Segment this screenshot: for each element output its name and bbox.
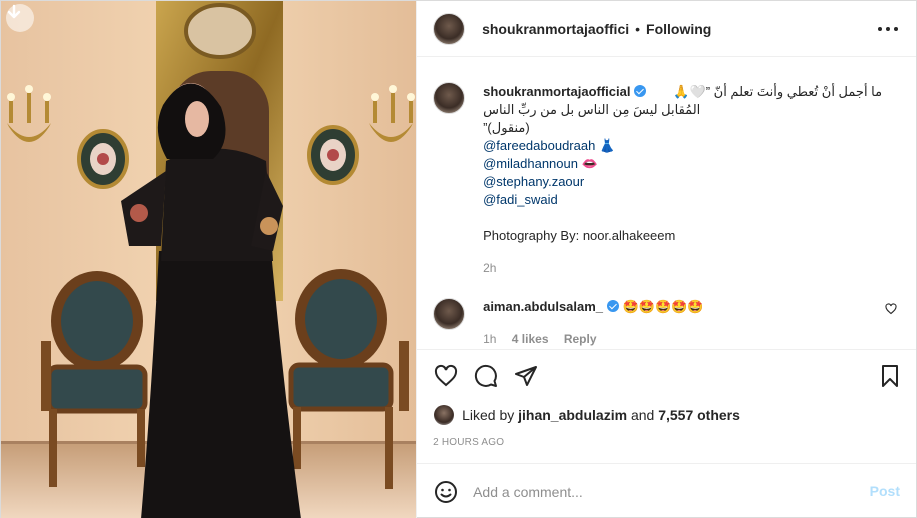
lips-emoji: 👄 bbox=[581, 156, 598, 171]
comment-input[interactable] bbox=[473, 481, 854, 503]
more-dot bbox=[886, 27, 890, 31]
post-comment-button[interactable]: Post bbox=[870, 483, 900, 499]
mention-1[interactable]: @fareedaboudraah 👗 bbox=[483, 137, 615, 155]
mention-2[interactable]: @miladhannoun 👄 bbox=[483, 155, 598, 173]
more-options-icon bbox=[878, 27, 882, 31]
comment-likes[interactable]: 4 likes bbox=[512, 332, 549, 346]
share-button[interactable] bbox=[513, 363, 539, 389]
mention-3[interactable]: @stephany.zaour bbox=[483, 173, 584, 191]
caption-line-3: (منقول)” bbox=[483, 120, 530, 135]
commenter-verified-icon bbox=[607, 300, 620, 312]
post-photo[interactable] bbox=[1, 1, 417, 518]
actions-divider bbox=[417, 349, 916, 350]
liked-by-avatar[interactable] bbox=[434, 405, 455, 425]
download-button[interactable] bbox=[6, 4, 34, 32]
dress-emoji: 👗 bbox=[598, 138, 616, 153]
following-button[interactable]: Following bbox=[646, 21, 711, 37]
bookmark-icon bbox=[882, 365, 899, 387]
comment-bubble-icon bbox=[475, 364, 498, 387]
mention-4[interactable]: @fadi_swaid bbox=[483, 191, 558, 209]
post-header: shoukranmortajaoffici • Following bbox=[417, 1, 916, 57]
caption-username[interactable]: shoukranmortajaofficial bbox=[483, 83, 647, 101]
reply-button[interactable]: Reply bbox=[564, 332, 597, 346]
comment-button[interactable] bbox=[473, 363, 499, 389]
like-button[interactable] bbox=[433, 363, 459, 389]
comment-like-button[interactable] bbox=[883, 301, 899, 317]
likes-others-count[interactable]: 7,557 others bbox=[658, 407, 740, 423]
author-avatar[interactable] bbox=[433, 12, 466, 45]
liked-by-user[interactable]: jihan_abdulazim bbox=[518, 407, 627, 423]
post-timestamp[interactable]: 2 HOURS AGO bbox=[433, 437, 504, 448]
likes-prefix: Liked by bbox=[462, 407, 515, 423]
paper-plane-icon bbox=[515, 366, 538, 386]
likes-conj: and bbox=[630, 407, 655, 423]
smiley-icon bbox=[435, 481, 458, 503]
commenter-avatar[interactable] bbox=[433, 298, 466, 330]
comments-list: shoukranmortajaofficial ما أجمل أنْ تُعط… bbox=[417, 58, 916, 349]
save-button[interactable] bbox=[877, 363, 903, 389]
comment-meta: 1h 4 likes Reply bbox=[483, 332, 596, 346]
instagram-post-modal: shoukranmortajaoffici • Following shoukr… bbox=[0, 0, 917, 518]
post-side-panel: shoukranmortajaoffici • Following shoukr… bbox=[416, 1, 916, 518]
caption-avatar[interactable] bbox=[433, 82, 466, 114]
more-options-button[interactable] bbox=[878, 20, 898, 38]
likes-summary: Liked by jihan_abdulazim and 7,557 other… bbox=[462, 406, 740, 424]
emoji-picker-button[interactable] bbox=[433, 479, 459, 505]
caption-line-1: ما أجمل أنْ تُعطي وأنتَ تعلم أنّ ”🤍🙏 bbox=[673, 84, 883, 99]
mention-1-handle[interactable]: @fareedaboudraah bbox=[483, 138, 595, 153]
photography-credit: Photography By: noor.alhakeeem bbox=[483, 228, 676, 243]
comment-text: 🤩🤩🤩🤩🤩 bbox=[622, 299, 704, 314]
add-comment-bar: Post bbox=[417, 463, 916, 518]
caption-line-2: المُقابل ليسَ مِن الناس بل من ربِّ الناس bbox=[483, 102, 701, 117]
more-dot bbox=[894, 27, 898, 31]
header-separator: • bbox=[635, 20, 641, 37]
small-heart-icon bbox=[885, 303, 897, 315]
heart-icon bbox=[435, 364, 458, 387]
download-arrow-icon bbox=[7, 4, 21, 19]
caption-username-text[interactable]: shoukranmortajaofficial bbox=[483, 84, 630, 99]
author-username[interactable]: shoukranmortajaoffici bbox=[482, 21, 629, 37]
mention-2-handle[interactable]: @miladhannoun bbox=[483, 156, 578, 171]
photo-illustration bbox=[1, 1, 417, 518]
commenter-username[interactable]: aiman.abdulsalam_ bbox=[483, 299, 603, 314]
comment-time[interactable]: 1h bbox=[483, 332, 496, 346]
caption-time[interactable]: 2h bbox=[483, 261, 496, 275]
comment-body: aiman.abdulsalam_ 🤩🤩🤩🤩🤩 bbox=[483, 298, 704, 316]
